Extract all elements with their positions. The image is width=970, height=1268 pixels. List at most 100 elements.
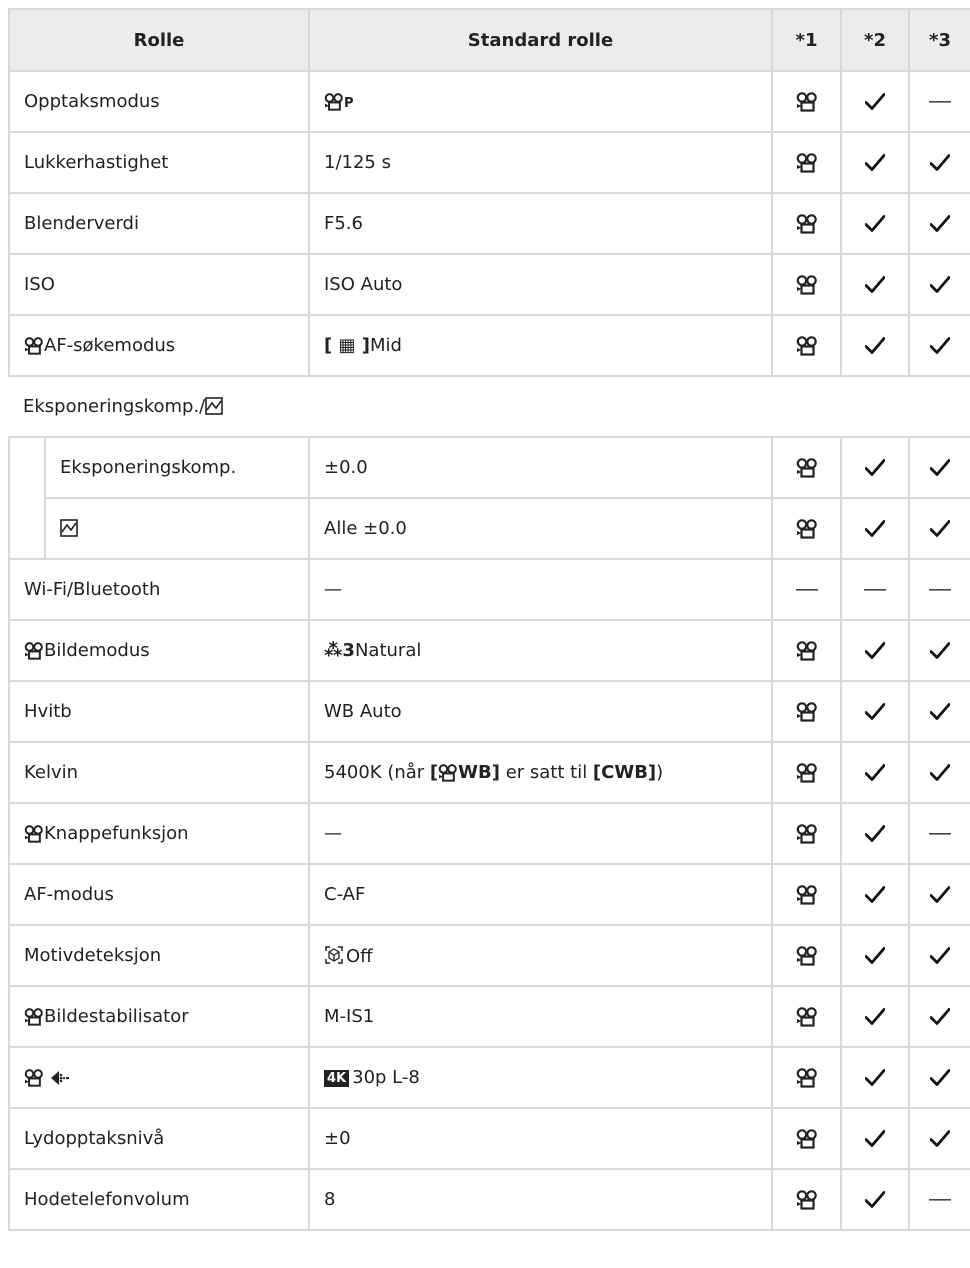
default-cell: 4K 30p L-8 xyxy=(308,1046,773,1109)
mark-2 xyxy=(840,314,910,377)
movie-icon xyxy=(796,1007,818,1027)
table-row: Knappefunksjon — xyxy=(8,802,970,865)
mark-2 xyxy=(840,1046,910,1109)
mark-1 xyxy=(771,619,842,682)
dash-icon xyxy=(929,832,951,836)
mark-2 xyxy=(840,619,910,682)
mark-3 xyxy=(908,192,970,255)
mark-1 xyxy=(771,924,842,987)
table-row: Eksponeringskomp. ±0.0 xyxy=(8,436,970,560)
check-icon xyxy=(865,764,885,782)
table-row: 4K 30p L-8 xyxy=(8,1046,970,1109)
role-cell: Blenderverdi xyxy=(8,192,310,255)
mark-2 xyxy=(840,863,910,926)
table-row: Motivdeteksjon Off xyxy=(8,924,970,987)
movie-icon xyxy=(796,885,818,905)
mark-2 xyxy=(840,1168,910,1231)
check-icon xyxy=(865,1130,885,1148)
movie-icon xyxy=(796,641,818,661)
check-icon xyxy=(930,886,950,904)
header-col-3: *3 xyxy=(908,8,970,72)
check-icon xyxy=(865,703,885,721)
image-quality-icon xyxy=(50,1071,69,1085)
check-icon xyxy=(865,215,885,233)
table-row: ISO ISO Auto xyxy=(8,253,970,316)
mark-1 xyxy=(771,985,842,1048)
mark-3 xyxy=(908,863,970,926)
default-cell: F5.6 xyxy=(308,192,773,255)
movie-icon xyxy=(796,458,818,478)
default-cell: — xyxy=(308,558,773,621)
table-row: Eksponeringskomp./ xyxy=(9,375,970,438)
mark-2 xyxy=(840,558,910,621)
mark-3 xyxy=(908,314,970,377)
af-grid-icon: [ ▦ ] xyxy=(324,335,370,356)
group-heading: Eksponeringskomp./ xyxy=(9,375,970,438)
table-row: Hvitb WB Auto xyxy=(8,680,970,743)
check-icon xyxy=(865,520,885,538)
default-cell: C-AF xyxy=(308,863,773,926)
dash-icon xyxy=(929,588,951,592)
check-icon xyxy=(930,520,950,538)
table-row: Hodetelefonvolum 8 xyxy=(8,1168,970,1231)
check-icon xyxy=(930,764,950,782)
mark-2 xyxy=(840,70,910,133)
role-cell: Wi-Fi/Bluetooth xyxy=(8,558,310,621)
check-icon xyxy=(930,642,950,660)
mark-2 xyxy=(840,680,910,743)
mark-1 xyxy=(771,680,842,743)
check-icon xyxy=(930,459,950,477)
movie-icon xyxy=(796,763,818,783)
mark-1 xyxy=(771,802,842,865)
mark-3 xyxy=(908,802,970,865)
role-cell: Bildestabilisator xyxy=(8,985,310,1048)
mark-3 xyxy=(908,436,970,499)
movie-icon xyxy=(796,275,818,295)
role-cell: Opptaksmodus xyxy=(8,70,310,133)
table-row: Lydopptaksnivå ±0 xyxy=(8,1107,970,1170)
default-cell: 8 xyxy=(308,1168,773,1231)
default-cell: ⁂3Natural xyxy=(308,619,773,682)
header-role: Rolle xyxy=(8,8,310,72)
default-cell: WB Auto xyxy=(308,680,773,743)
mark-2 xyxy=(840,924,910,987)
mark-2 xyxy=(840,436,910,499)
picture-mode-icon: ⁂ xyxy=(324,640,343,661)
dash-icon xyxy=(864,588,886,592)
mark-3 xyxy=(908,924,970,987)
mark-1 xyxy=(771,863,842,926)
table-row: Alle ±0.0 xyxy=(9,497,970,560)
check-icon xyxy=(930,215,950,233)
check-icon xyxy=(865,642,885,660)
movie-icon xyxy=(796,946,818,966)
mark-2 xyxy=(840,497,910,560)
mark-3 xyxy=(908,497,970,560)
movie-icon xyxy=(324,93,344,111)
mark-1 xyxy=(771,70,842,133)
resolution-badge: 4K xyxy=(324,1070,350,1087)
mark-2 xyxy=(840,131,910,194)
check-icon xyxy=(930,947,950,965)
table-row: Bildemodus ⁂3Natural xyxy=(8,619,970,682)
table-row: Wi-Fi/Bluetooth — xyxy=(8,558,970,621)
header-col-1: *1 xyxy=(771,8,842,72)
mark-2 xyxy=(840,802,910,865)
mark-2 xyxy=(840,253,910,316)
role-cell: Lydopptaksnivå xyxy=(8,1107,310,1170)
check-icon xyxy=(865,947,885,965)
role-cell: Bildemodus xyxy=(8,619,310,682)
check-icon xyxy=(930,337,950,355)
table-row: Lukkerhastighet 1/125 s xyxy=(8,131,970,194)
mark-1 xyxy=(771,192,842,255)
default-cell: — xyxy=(308,802,773,865)
mark-3 xyxy=(908,253,970,316)
role-cell: ISO xyxy=(8,253,310,316)
mark-3 xyxy=(908,1168,970,1231)
mark-3 xyxy=(908,1046,970,1109)
mark-1 xyxy=(771,436,842,499)
header-default: Standard rolle xyxy=(308,8,773,72)
mark-3 xyxy=(908,131,970,194)
mark-1 xyxy=(771,1107,842,1170)
default-cell: ±0 xyxy=(308,1107,773,1170)
check-icon xyxy=(930,154,950,172)
